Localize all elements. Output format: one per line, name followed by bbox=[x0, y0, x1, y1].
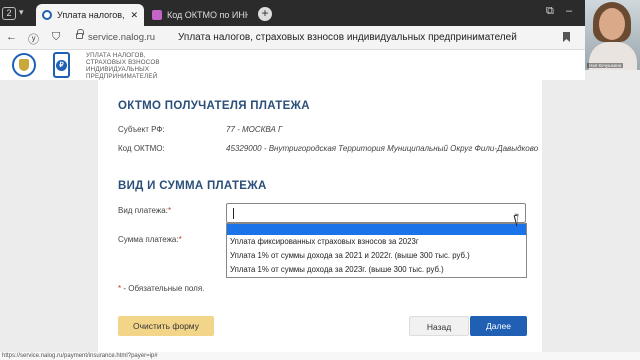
tab-title: Уплата налогов, страхов bbox=[57, 10, 126, 20]
dropdown-option-fixed[interactable]: Уплата фиксированных страховых взносов з… bbox=[227, 235, 526, 249]
payment-type-label: Вид платежа:* bbox=[118, 206, 172, 215]
region-label: Субъект РФ: bbox=[118, 125, 165, 134]
fns-favicon-icon bbox=[42, 10, 52, 20]
url-field[interactable]: service.nalog.ru bbox=[88, 32, 155, 43]
oktmo-code-value: 45329000 - Внутригородская Территория Му… bbox=[226, 144, 539, 153]
dropdown-option-empty[interactable] bbox=[227, 224, 526, 235]
protect-icon[interactable]: ⛉ bbox=[52, 31, 60, 44]
copy-icon[interactable]: ⧉ bbox=[546, 5, 554, 18]
dropdown-option-1pct-2023[interactable]: Уплата 1% от суммы дохода за 2023г. (выш… bbox=[227, 263, 526, 277]
tab-menu-icon[interactable]: ▾ bbox=[19, 7, 24, 18]
dropdown-option-1pct-2021-2022[interactable]: Уплата 1% от суммы дохода за 2021 и 2022… bbox=[227, 249, 526, 263]
webcam-overlay: Ная Кочушкина bbox=[585, 0, 640, 70]
status-bar-url: https://service.nalog.ru/payment/insuran… bbox=[0, 352, 640, 360]
back-arrow-icon[interactable]: ← bbox=[6, 31, 17, 43]
tab-title: Код ОКТМО по ИНН bbox=[167, 10, 248, 20]
minimize-icon[interactable]: – bbox=[566, 5, 572, 17]
payment-type-select[interactable]: ⌄ bbox=[226, 203, 526, 223]
document-favicon-icon bbox=[152, 10, 162, 20]
payment-type-dropdown: Уплата фиксированных страховых взносов з… bbox=[226, 223, 527, 278]
required-fields-note: * - Обязательные поля. bbox=[118, 284, 205, 293]
browser-tab-bar: 2 ▾ Уплата налогов, страхов ✕ Код ОКТМО … bbox=[0, 0, 640, 26]
next-button[interactable]: Далее bbox=[470, 316, 527, 336]
text-caret bbox=[233, 208, 234, 219]
fns-emblem-icon[interactable] bbox=[12, 53, 36, 77]
page-title: Уплата налогов, страховых взносов индиви… bbox=[178, 32, 517, 43]
new-tab-plus-icon[interactable]: + bbox=[258, 7, 272, 21]
address-bar: ← ⓨ ⛉ service.nalog.ru Уплата налогов, с… bbox=[0, 26, 585, 50]
form-panel: ОКТМО ПОЛУЧАТЕЛЯ ПЛАТЕЖА Субъект РФ: 77 … bbox=[98, 80, 542, 352]
close-icon[interactable]: ✕ bbox=[130, 10, 138, 21]
payment-amount-label: Сумма платежа:* bbox=[118, 235, 182, 244]
webcam-label: Ная Кочушкина bbox=[587, 63, 624, 68]
region-value: 77 - МОСКВА Г bbox=[226, 125, 283, 134]
tab-payment[interactable]: Уплата налогов, страхов ✕ bbox=[36, 4, 144, 26]
bookmark-icon[interactable] bbox=[563, 32, 570, 42]
tab-counter[interactable]: 2 bbox=[2, 7, 16, 20]
service-brand[interactable]: УПЛАТА НАЛОГОВ, СТРАХОВЫХ ВЗНОСОВ ИНДИВИ… bbox=[86, 52, 166, 80]
yandex-icon[interactable]: ⓨ bbox=[28, 31, 39, 47]
site-header: ₽ УПЛАТА НАЛОГОВ, СТРАХОВЫХ ВЗНОСОВ ИНДИ… bbox=[0, 50, 585, 80]
lock-icon bbox=[76, 29, 84, 39]
oktmo-section-title: ОКТМО ПОЛУЧАТЕЛЯ ПЛАТЕЖА bbox=[118, 100, 310, 112]
ruble-icon: ₽ bbox=[56, 60, 67, 71]
page-body: ОКТМО ПОЛУЧАТЕЛЯ ПЛАТЕЖА Субъект РФ: 77 … bbox=[0, 80, 640, 352]
back-button[interactable]: Назад bbox=[409, 316, 469, 336]
clear-form-button[interactable]: Очистить форму bbox=[118, 316, 214, 336]
tab-oktmo[interactable]: Код ОКТМО по ИНН bbox=[146, 4, 254, 26]
oktmo-code-label: Код ОКТМО: bbox=[118, 144, 165, 153]
payment-section-title: ВИД И СУММА ПЛАТЕЖА bbox=[118, 180, 267, 192]
service-phone-icon[interactable]: ₽ bbox=[53, 52, 70, 78]
